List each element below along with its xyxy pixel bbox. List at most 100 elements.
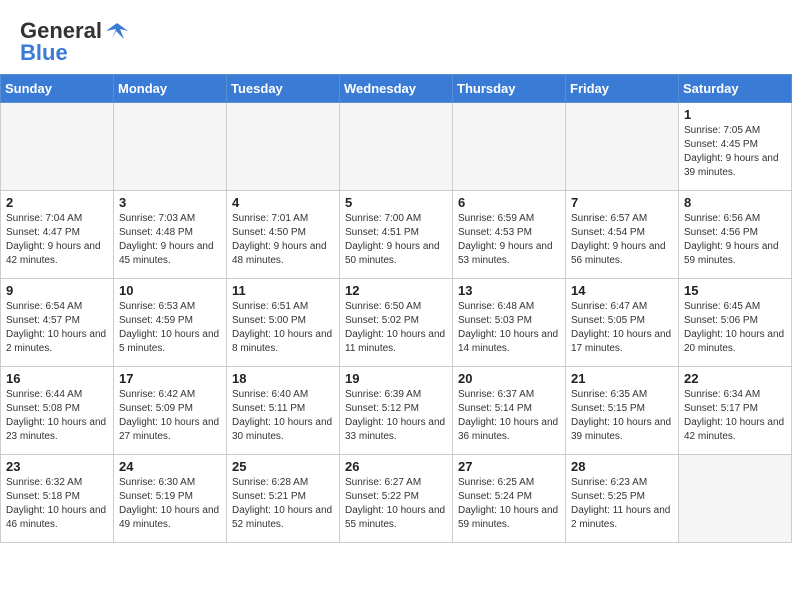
calendar-cell: 28Sunrise: 6:23 AM Sunset: 5:25 PM Dayli… — [566, 455, 679, 543]
calendar-cell: 3 Sunrise: 7:03 AM Sunset: 4:48 PM Daylig… — [114, 191, 227, 279]
day-info: Sunrise: 6:56 AM Sunset: 4:56 PM Dayligh… — [684, 212, 786, 268]
calendar-cell — [679, 455, 792, 543]
calendar-cell — [340, 103, 453, 191]
calendar-cell: 17 Sunrise: 6:42 AM Sunset: 5:09 PM Dayli… — [114, 367, 227, 455]
calendar-cell: 11 Sunrise: 6:51 AM Sunset: 5:00 PM Dayli… — [227, 279, 340, 367]
weekday-header-sunday: Sunday — [1, 75, 114, 103]
day-info: Sunrise: 6:25 AM Sunset: 5:24 PM Dayligh… — [458, 476, 560, 532]
week-row-4: 23 Sunrise: 6:32 AM Sunset: 5:18 PM Dayli… — [1, 455, 792, 543]
day-number: 19 — [345, 371, 447, 386]
weekday-header-tuesday: Tuesday — [227, 75, 340, 103]
day-number: 6 — [458, 195, 560, 210]
day-number: 20 — [458, 371, 560, 386]
weekday-header-wednesday: Wednesday — [340, 75, 453, 103]
day-number: 15 — [684, 283, 786, 298]
day-number: 8 — [684, 195, 786, 210]
day-info: Sunrise: 6:42 AM Sunset: 5:09 PM Dayligh… — [119, 388, 221, 444]
day-info: Sunrise: 6:44 AM Sunset: 5:08 PM Dayligh… — [6, 388, 108, 444]
day-info: Sunrise: 7:05 AM Sunset: 4:45 PM Dayligh… — [684, 124, 786, 180]
calendar-cell: 12 Sunrise: 6:50 AM Sunset: 5:02 PM Dayli… — [340, 279, 453, 367]
day-number: 13 — [458, 283, 560, 298]
calendar-cell — [114, 103, 227, 191]
logo-bird-icon — [106, 21, 128, 41]
day-info: Sunrise: 6:47 AM Sunset: 5:05 PM Dayligh… — [571, 300, 673, 356]
day-info: Sunrise: 6:32 AM Sunset: 5:18 PM Dayligh… — [6, 476, 108, 532]
week-row-1: 2 Sunrise: 7:04 AM Sunset: 4:47 PM Daylig… — [1, 191, 792, 279]
logo-blue-text: Blue — [20, 40, 68, 66]
day-info: Sunrise: 6:27 AM Sunset: 5:22 PM Dayligh… — [345, 476, 447, 532]
day-number: 10 — [119, 283, 221, 298]
calendar-table: SundayMondayTuesdayWednesdayThursdayFrid… — [0, 74, 792, 543]
week-row-3: 16 Sunrise: 6:44 AM Sunset: 5:08 PM Dayli… — [1, 367, 792, 455]
calendar-cell: 27 Sunrise: 6:25 AM Sunset: 5:24 PM Dayli… — [453, 455, 566, 543]
day-number: 21 — [571, 371, 673, 386]
day-number: 9 — [6, 283, 108, 298]
calendar-cell: 2 Sunrise: 7:04 AM Sunset: 4:47 PM Daylig… — [1, 191, 114, 279]
calendar-cell: 15Sunrise: 6:45 AM Sunset: 5:06 PM Dayli… — [679, 279, 792, 367]
page: General Blue SundayMondayTuesdayWednesda… — [0, 0, 792, 543]
calendar-cell — [566, 103, 679, 191]
calendar-cell: 16 Sunrise: 6:44 AM Sunset: 5:08 PM Dayli… — [1, 367, 114, 455]
day-number: 16 — [6, 371, 108, 386]
day-info: Sunrise: 6:57 AM Sunset: 4:54 PM Dayligh… — [571, 212, 673, 268]
day-number: 22 — [684, 371, 786, 386]
day-number: 25 — [232, 459, 334, 474]
calendar-cell: 26 Sunrise: 6:27 AM Sunset: 5:22 PM Dayli… — [340, 455, 453, 543]
calendar-cell: 13 Sunrise: 6:48 AM Sunset: 5:03 PM Dayli… — [453, 279, 566, 367]
day-info: Sunrise: 6:34 AM Sunset: 5:17 PM Dayligh… — [684, 388, 786, 444]
calendar-cell: 24Sunrise: 6:30 AM Sunset: 5:19 PM Dayli… — [114, 455, 227, 543]
day-number: 26 — [345, 459, 447, 474]
weekday-header-monday: Monday — [114, 75, 227, 103]
calendar-cell: 18 Sunrise: 6:40 AM Sunset: 5:11 PM Dayli… — [227, 367, 340, 455]
weekday-header-friday: Friday — [566, 75, 679, 103]
day-info: Sunrise: 7:00 AM Sunset: 4:51 PM Dayligh… — [345, 212, 447, 268]
weekday-header-thursday: Thursday — [453, 75, 566, 103]
calendar-cell: 7 Sunrise: 6:57 AM Sunset: 4:54 PM Daylig… — [566, 191, 679, 279]
day-number: 5 — [345, 195, 447, 210]
calendar-cell: 19 Sunrise: 6:39 AM Sunset: 5:12 PM Dayli… — [340, 367, 453, 455]
week-row-2: 9 Sunrise: 6:54 AM Sunset: 4:57 PM Daylig… — [1, 279, 792, 367]
day-number: 23 — [6, 459, 108, 474]
day-info: Sunrise: 7:03 AM Sunset: 4:48 PM Dayligh… — [119, 212, 221, 268]
calendar-cell: 21Sunrise: 6:35 AM Sunset: 5:15 PM Dayli… — [566, 367, 679, 455]
day-info: Sunrise: 6:54 AM Sunset: 4:57 PM Dayligh… — [6, 300, 108, 356]
calendar-cell: 10 Sunrise: 6:53 AM Sunset: 4:59 PM Dayli… — [114, 279, 227, 367]
day-info: Sunrise: 6:51 AM Sunset: 5:00 PM Dayligh… — [232, 300, 334, 356]
day-number: 18 — [232, 371, 334, 386]
day-number: 7 — [571, 195, 673, 210]
day-number: 2 — [6, 195, 108, 210]
day-number: 4 — [232, 195, 334, 210]
calendar-cell: 6 Sunrise: 6:59 AM Sunset: 4:53 PM Daylig… — [453, 191, 566, 279]
day-number: 12 — [345, 283, 447, 298]
calendar-cell: 4 Sunrise: 7:01 AM Sunset: 4:50 PM Daylig… — [227, 191, 340, 279]
calendar-cell: 22 Sunrise: 6:34 AM Sunset: 5:17 PM Dayli… — [679, 367, 792, 455]
day-info: Sunrise: 6:39 AM Sunset: 5:12 PM Dayligh… — [345, 388, 447, 444]
day-info: Sunrise: 7:04 AM Sunset: 4:47 PM Dayligh… — [6, 212, 108, 268]
day-info: Sunrise: 6:53 AM Sunset: 4:59 PM Dayligh… — [119, 300, 221, 356]
calendar-cell — [453, 103, 566, 191]
day-number: 3 — [119, 195, 221, 210]
calendar-cell: 9 Sunrise: 6:54 AM Sunset: 4:57 PM Daylig… — [1, 279, 114, 367]
day-info: Sunrise: 6:28 AM Sunset: 5:21 PM Dayligh… — [232, 476, 334, 532]
day-info: Sunrise: 6:40 AM Sunset: 5:11 PM Dayligh… — [232, 388, 334, 444]
calendar-cell: 20 Sunrise: 6:37 AM Sunset: 5:14 PM Dayli… — [453, 367, 566, 455]
day-info: Sunrise: 6:37 AM Sunset: 5:14 PM Dayligh… — [458, 388, 560, 444]
calendar-cell: 25 Sunrise: 6:28 AM Sunset: 5:21 PM Dayli… — [227, 455, 340, 543]
day-number: 11 — [232, 283, 334, 298]
week-row-0: 1 Sunrise: 7:05 AM Sunset: 4:45 PM Daylig… — [1, 103, 792, 191]
day-info: Sunrise: 7:01 AM Sunset: 4:50 PM Dayligh… — [232, 212, 334, 268]
day-number: 1 — [684, 107, 786, 122]
calendar-cell — [1, 103, 114, 191]
weekday-header-row: SundayMondayTuesdayWednesdayThursdayFrid… — [1, 75, 792, 103]
calendar-cell: 23 Sunrise: 6:32 AM Sunset: 5:18 PM Dayli… — [1, 455, 114, 543]
calendar-cell — [227, 103, 340, 191]
calendar-cell: 8 Sunrise: 6:56 AM Sunset: 4:56 PM Daylig… — [679, 191, 792, 279]
day-number: 28 — [571, 459, 673, 474]
day-info: Sunrise: 6:50 AM Sunset: 5:02 PM Dayligh… — [345, 300, 447, 356]
day-number: 27 — [458, 459, 560, 474]
calendar-cell: 5 Sunrise: 7:00 AM Sunset: 4:51 PM Daylig… — [340, 191, 453, 279]
day-number: 17 — [119, 371, 221, 386]
day-info: Sunrise: 6:48 AM Sunset: 5:03 PM Dayligh… — [458, 300, 560, 356]
logo: General Blue — [20, 18, 128, 66]
day-info: Sunrise: 6:59 AM Sunset: 4:53 PM Dayligh… — [458, 212, 560, 268]
